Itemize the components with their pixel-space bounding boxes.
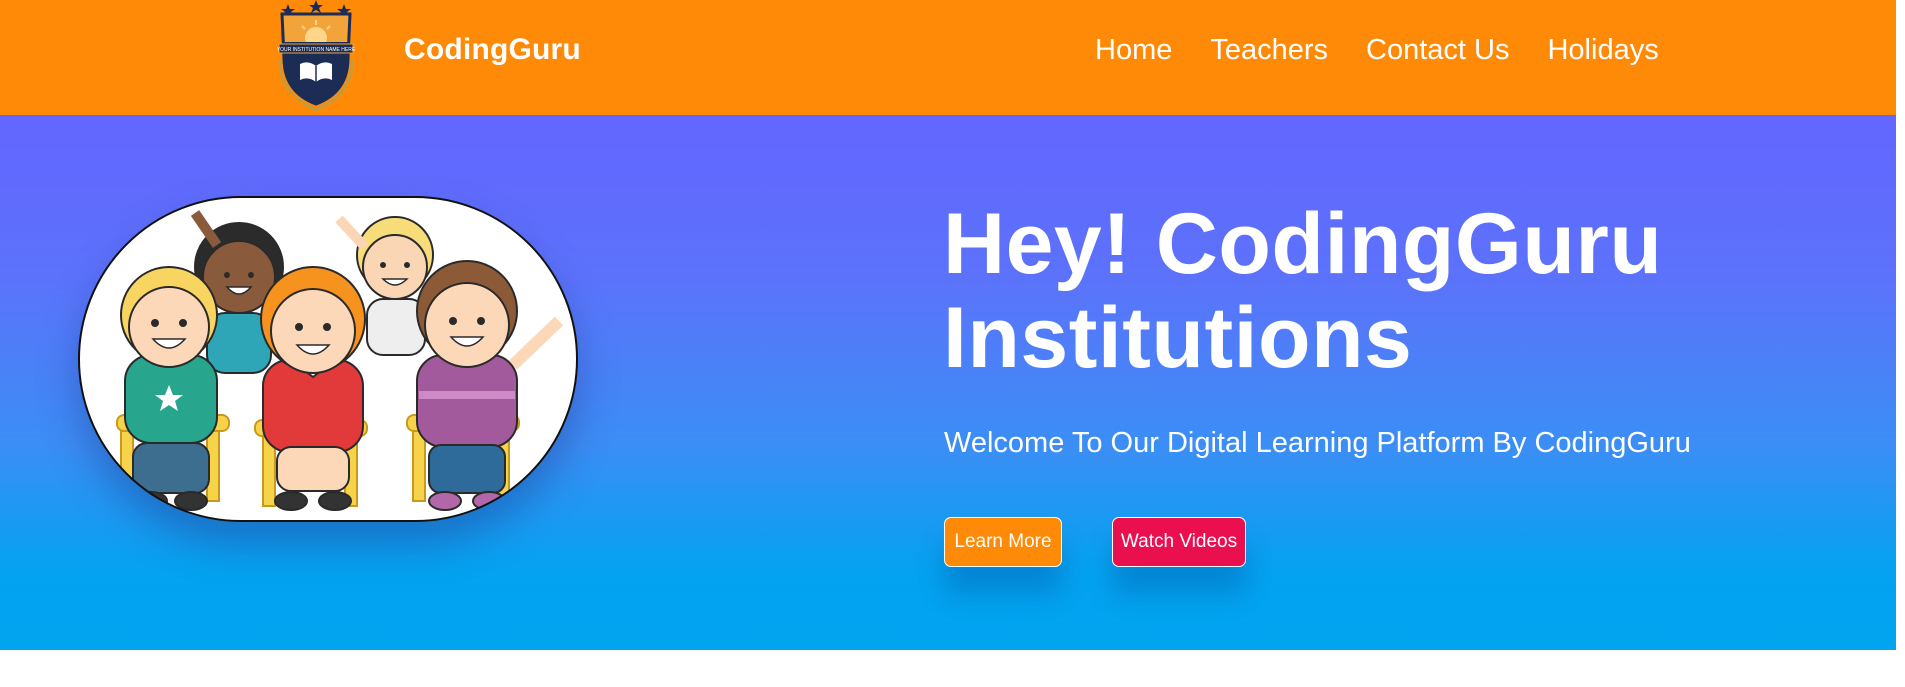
hero-title: Hey! CodingGuru Institutions	[943, 197, 1662, 385]
nav-holidays[interactable]: Holidays	[1547, 34, 1658, 67]
logo-text: YOUR INSTITUTION NAME HERE	[277, 47, 356, 53]
nav-home[interactable]: Home	[1095, 34, 1172, 67]
main-nav: Home Teachers Contact Us Holidays	[1095, 34, 1659, 67]
hero-subtitle: Welcome To Our Digital Learning Platform…	[944, 427, 1691, 459]
school-crest-icon[interactable]: YOUR INSTITUTION NAME HERE	[270, 0, 362, 114]
children-illustration-image	[78, 196, 578, 522]
navbar: YOUR INSTITUTION NAME HERE CodingGuru Ho…	[0, 0, 1896, 115]
hero-title-line2: Institutions	[943, 290, 1413, 386]
learn-more-button[interactable]: Learn More	[944, 517, 1062, 567]
hero-title-line1: Hey! CodingGuru	[943, 196, 1663, 292]
nav-contact-us[interactable]: Contact Us	[1366, 34, 1509, 67]
nav-teachers[interactable]: Teachers	[1210, 34, 1328, 67]
hero-section: Hey! CodingGuru Institutions Welcome To …	[0, 115, 1896, 650]
brand-name[interactable]: CodingGuru	[404, 33, 581, 67]
watch-videos-button[interactable]: Watch Videos	[1112, 517, 1246, 567]
